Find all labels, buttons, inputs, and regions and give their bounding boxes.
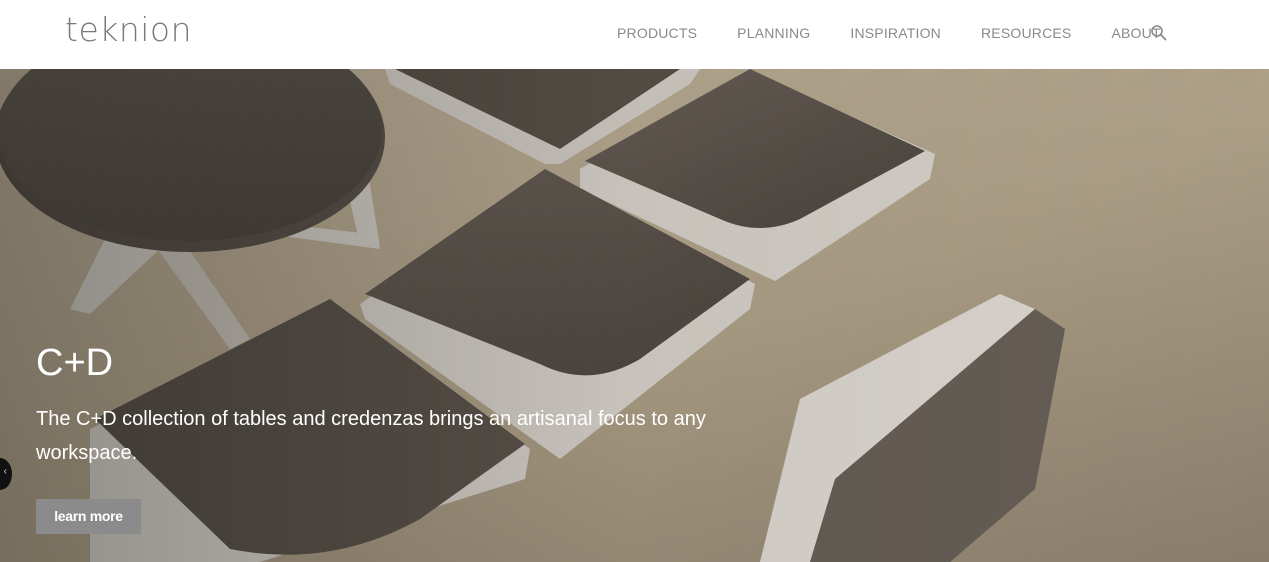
site-header: teknion PRODUCTS PLANNING INSPIRATION RE… bbox=[0, 0, 1269, 69]
hero-banner: C+D The C+D collection of tables and cre… bbox=[0, 69, 1269, 562]
chevron-left-icon: ‹ bbox=[3, 466, 7, 477]
nav-item-inspiration[interactable]: INSPIRATION bbox=[850, 25, 941, 41]
hero-title: C+D bbox=[36, 342, 114, 384]
teknion-logo[interactable]: teknion bbox=[65, 10, 192, 49]
search-icon[interactable] bbox=[1150, 24, 1168, 42]
main-nav: PRODUCTS PLANNING INSPIRATION RESOURCES … bbox=[617, 25, 1161, 41]
nav-item-resources[interactable]: RESOURCES bbox=[981, 25, 1071, 41]
hero-description: The C+D collection of tables and credenz… bbox=[36, 408, 706, 464]
hero-background-image bbox=[0, 69, 1269, 562]
learn-more-button[interactable]: learn more bbox=[36, 499, 141, 534]
nav-item-products[interactable]: PRODUCTS bbox=[617, 25, 697, 41]
nav-item-planning[interactable]: PLANNING bbox=[737, 25, 810, 41]
